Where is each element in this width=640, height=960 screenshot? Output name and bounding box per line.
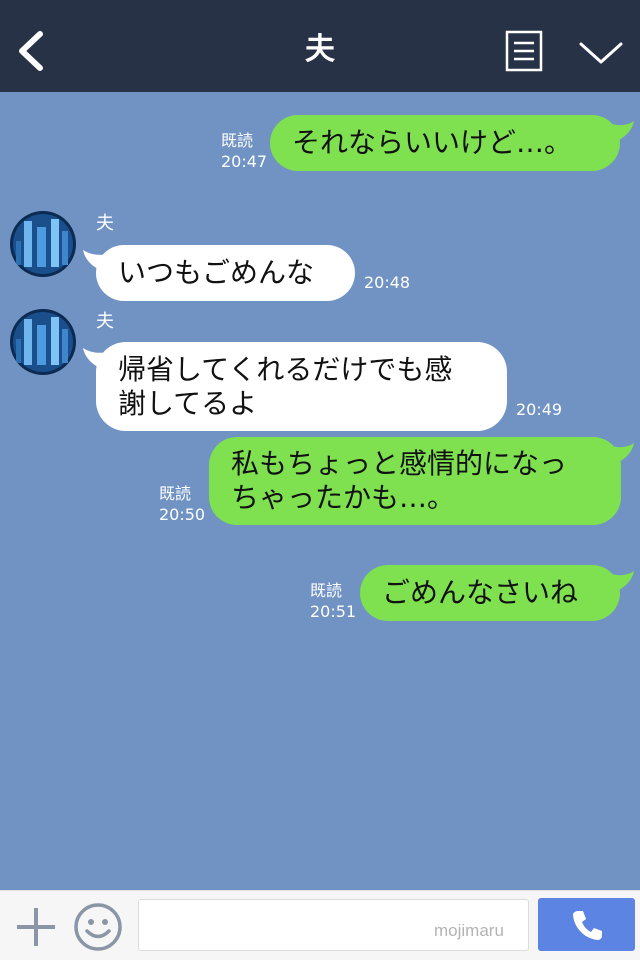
phone-icon [572, 910, 602, 940]
message-time: 20:48 [364, 273, 411, 292]
outgoing-message-bubble[interactable]: それならいいけど…。 [270, 115, 620, 171]
bubble-tail [608, 443, 634, 465]
read-receipt: 既読 [159, 484, 192, 503]
message-time: 20:51 [310, 602, 357, 621]
message-text-line: 私もちょっと感情的になっ [231, 447, 568, 480]
read-receipt: 既読 [221, 131, 254, 150]
avatar-image [10, 211, 76, 277]
back-chevron-icon[interactable] [14, 30, 50, 72]
bubble-tail [608, 121, 634, 143]
message-time: 20:47 [221, 152, 268, 171]
message-list[interactable]: 既読 20:47 それならいいけど…。 夫 いつもごめんな 20:48 夫 帰省… [0, 92, 640, 890]
message-time: 20:50 [159, 505, 206, 524]
avatar-image [10, 309, 76, 375]
sender-name: 夫 [96, 311, 114, 332]
plus-icon[interactable] [14, 905, 58, 949]
incoming-message-bubble[interactable]: いつもごめんな [96, 245, 355, 301]
avatar[interactable] [10, 211, 76, 277]
read-receipt: 既読 [310, 581, 343, 600]
message-text-line: 謝してるよ [118, 386, 258, 420]
message-meta: 既読 20:47 [221, 130, 267, 172]
note-list-icon[interactable] [505, 30, 543, 72]
message-text: ごめんなさいね [382, 576, 579, 609]
bubble-tail [608, 571, 634, 593]
message-text-line: ちゃったかも…。 [231, 481, 456, 514]
message-meta: 既読 20:51 [310, 580, 356, 622]
outgoing-message-bubble[interactable]: 私もちょっと感情的になっ ちゃったかも…。 [209, 437, 621, 525]
chat-title: 夫 [305, 32, 335, 67]
message-meta: 既読 20:50 [159, 483, 205, 525]
sender-name: 夫 [96, 213, 114, 234]
message-time: 20:49 [516, 400, 563, 419]
smiley-icon[interactable] [73, 902, 123, 952]
message-input-bar: mojimaru [0, 890, 640, 960]
message-text: それならいいけど…。 [292, 126, 573, 159]
avatar[interactable] [10, 309, 76, 375]
message-input[interactable] [138, 899, 529, 951]
message-text: いつもごめんな [118, 256, 315, 289]
message-text-line: 帰省してくれるだけでも感 [118, 352, 453, 386]
call-button[interactable] [538, 898, 635, 951]
incoming-message-bubble[interactable]: 帰省してくれるだけでも感 謝してるよ [96, 342, 507, 431]
chat-header: 夫 [0, 0, 640, 92]
outgoing-message-bubble[interactable]: ごめんなさいね [360, 565, 620, 621]
chevron-down-icon[interactable] [578, 38, 624, 68]
